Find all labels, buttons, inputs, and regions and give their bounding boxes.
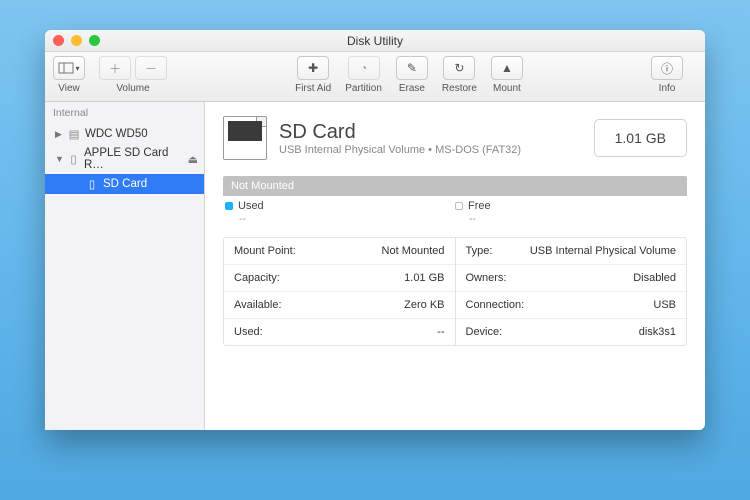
- sidebar: Internal ▶ ▤ WDC WD50 ▼ ▯ APPLE SD Card …: [45, 102, 205, 430]
- volume-remove-button[interactable]: －: [135, 56, 167, 80]
- volume-icon: ▯: [85, 177, 99, 191]
- detail-row: Device:disk3s1: [456, 319, 687, 345]
- sidebar-item-label: SD Card: [103, 178, 147, 190]
- mount-button[interactable]: ▲: [491, 56, 523, 80]
- first-aid-label: First Aid: [295, 83, 331, 94]
- info-label: Info: [659, 83, 676, 94]
- view-label: View: [58, 83, 80, 94]
- sidebar-section-header: Internal: [45, 102, 204, 124]
- volume-remove-icon: －: [145, 60, 157, 77]
- volume-label: Volume: [116, 83, 149, 94]
- volume-title: SD Card: [279, 121, 521, 144]
- view-button[interactable]: ▾: [53, 56, 85, 80]
- toolbar: ▾ View ＋ － Volume ✚First Aid ◔Partition …: [45, 52, 705, 102]
- disclosure-triangle-icon[interactable]: ▶: [55, 129, 63, 140]
- partition-button[interactable]: ◔: [348, 56, 380, 80]
- used-value: --: [239, 213, 455, 225]
- detail-row: Type:USB Internal Physical Volume: [456, 238, 687, 265]
- hard-disk-icon: ▤: [67, 127, 81, 141]
- status-badge: Not Mounted: [223, 176, 687, 196]
- volume-subtitle: USB Internal Physical Volume • MS-DOS (F…: [279, 144, 521, 156]
- details-grid: Mount Point:Not Mounted Capacity:1.01 GB…: [223, 237, 687, 346]
- volume-size-box: 1.01 GB: [594, 119, 687, 157]
- restore-icon: ↻: [454, 61, 464, 75]
- sidebar-item-apple-sd[interactable]: ▼ ▯ APPLE SD Card R… ⏏: [45, 144, 204, 174]
- info-icon: ⓘ: [661, 60, 673, 77]
- detail-row: Available:Zero KB: [224, 292, 455, 319]
- detail-row: Connection:USB: [456, 292, 687, 319]
- sidebar-item-sd-card[interactable]: ▯ SD Card: [45, 174, 204, 194]
- disclosure-triangle-icon[interactable]: ▼: [55, 154, 63, 164]
- main-content: SD Card USB Internal Physical Volume • M…: [205, 102, 705, 430]
- erase-button[interactable]: ✎: [396, 56, 428, 80]
- mount-icon: ▲: [501, 61, 513, 75]
- titlebar: Disk Utility: [45, 30, 705, 52]
- first-aid-button[interactable]: ✚: [297, 56, 329, 80]
- erase-label: Erase: [399, 83, 425, 94]
- sidebar-item-wdc[interactable]: ▶ ▤ WDC WD50: [45, 124, 204, 144]
- volume-add-icon: ＋: [109, 60, 121, 77]
- free-label: Free: [468, 200, 491, 212]
- sidebar-item-label: WDC WD50: [85, 128, 148, 140]
- mount-label: Mount: [493, 83, 521, 94]
- volume-add-button[interactable]: ＋: [99, 56, 131, 80]
- detail-row: Mount Point:Not Mounted: [224, 238, 455, 265]
- detail-row: Capacity:1.01 GB: [224, 265, 455, 292]
- usage-legend: Used -- Free --: [223, 196, 687, 227]
- eject-icon[interactable]: ⏏: [188, 153, 198, 166]
- used-swatch-icon: [225, 202, 233, 210]
- info-button[interactable]: ⓘ: [651, 56, 683, 80]
- disk-utility-window: Disk Utility ▾ View ＋ － Volume ✚ First Ai…: [45, 30, 705, 430]
- restore-button[interactable]: ↻: [443, 56, 475, 80]
- detail-row: Used:--: [224, 319, 455, 345]
- free-value: --: [469, 213, 685, 225]
- volume-large-icon: [223, 116, 267, 160]
- sidebar-item-label: APPLE SD Card R…: [84, 147, 184, 171]
- erase-icon: ✎: [407, 61, 417, 75]
- detail-row: Owners:Disabled: [456, 265, 687, 292]
- partition-icon: ◔: [360, 61, 367, 75]
- first-aid-icon: ✚: [308, 61, 318, 75]
- window-title: Disk Utility: [45, 34, 705, 48]
- restore-label: Restore: [442, 83, 477, 94]
- partition-label: Partition: [345, 83, 382, 94]
- sd-card-icon: ▯: [67, 152, 80, 166]
- free-swatch-icon: [455, 202, 463, 210]
- used-label: Used: [238, 200, 264, 212]
